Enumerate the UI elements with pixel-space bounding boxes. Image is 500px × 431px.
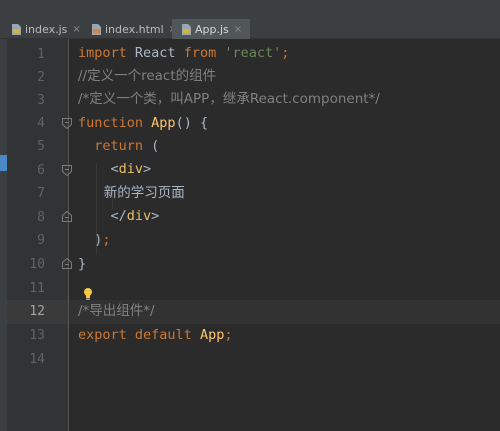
tag-bracket: < xyxy=(110,161,119,177)
function-name: App xyxy=(199,327,225,343)
code-line-1: import React from 'react'; xyxy=(78,42,289,65)
comment: //定义一个react的组件 xyxy=(78,68,217,84)
keyword: from xyxy=(183,45,217,61)
fold-marker-icon[interactable] xyxy=(62,118,72,129)
tag-bracket: </ xyxy=(110,208,127,224)
code-line-3: /*定义一个类，叫APP，继承React.component*/ xyxy=(78,88,380,111)
tab-index-js[interactable]: index.js × xyxy=(4,19,82,39)
line-number: 2 xyxy=(37,70,45,85)
ide-window: index.js × index.html × App.js × 1 2 3 xyxy=(0,0,500,431)
jsx-tag: div xyxy=(126,208,152,224)
string-literal: 'react' xyxy=(224,45,282,61)
js-file-icon xyxy=(12,23,21,35)
line-number: 7 xyxy=(37,186,45,201)
keyword: default xyxy=(134,327,192,343)
jsx-tag: div xyxy=(118,161,144,177)
jsx-text: 新的学习页面 xyxy=(103,185,185,201)
left-tool-strip xyxy=(0,39,7,431)
tag-bracket: > xyxy=(151,208,160,224)
comment: /*导出组件*/ xyxy=(78,303,155,319)
lightbulb-icon[interactable] xyxy=(82,286,94,300)
code-line-2: //定义一个react的组件 xyxy=(78,65,216,88)
close-icon[interactable]: × xyxy=(234,24,242,35)
line-number: 14 xyxy=(29,352,45,367)
punctuation: () { xyxy=(175,115,209,131)
keyword: import xyxy=(78,45,127,61)
line-number-current: 12 xyxy=(29,304,45,319)
punctuation: } xyxy=(78,256,87,272)
tool-strip-marker[interactable] xyxy=(0,155,7,171)
line-number: 4 xyxy=(37,116,45,131)
close-icon[interactable]: × xyxy=(72,24,80,35)
tab-app-js[interactable]: App.js × xyxy=(172,19,250,39)
tab-index-html[interactable]: index.html × xyxy=(84,19,177,39)
line-number: 1 xyxy=(37,47,45,62)
code-line-10: } xyxy=(78,253,86,276)
editor-tab-bar: index.js × index.html × App.js × xyxy=(0,0,500,39)
fold-marker-icon[interactable] xyxy=(62,258,72,269)
code-line-8: </div> xyxy=(78,205,160,228)
line-number: 11 xyxy=(29,281,45,296)
code-line-9: ); xyxy=(78,229,111,252)
semicolon: ; xyxy=(102,232,111,248)
punctuation: ( xyxy=(143,138,160,154)
comment: /*定义一个类，叫APP，继承React.component*/ xyxy=(78,91,380,107)
html-file-icon xyxy=(92,23,101,35)
code-line-7: 新的学习页面 xyxy=(78,182,185,205)
keyword: return xyxy=(94,138,144,154)
code-line-13: export default App; xyxy=(78,324,233,347)
identifier: React xyxy=(126,45,184,61)
fold-marker-icon[interactable] xyxy=(62,165,72,176)
keyword: export xyxy=(78,327,127,343)
keyword: function xyxy=(78,115,144,131)
tab-label: index.html xyxy=(105,22,164,36)
tab-label: index.js xyxy=(25,22,68,36)
line-number: 10 xyxy=(29,257,45,272)
line-number: 13 xyxy=(29,328,45,343)
js-file-icon xyxy=(182,23,191,35)
line-number: 9 xyxy=(37,233,45,248)
semicolon: ; xyxy=(224,327,233,343)
tag-bracket: > xyxy=(143,161,152,177)
line-number: 5 xyxy=(37,139,45,154)
code-line-12: /*导出组件*/ xyxy=(78,300,155,323)
semicolon: ; xyxy=(281,45,290,61)
tab-label: App.js xyxy=(195,22,229,36)
fold-marker-icon[interactable] xyxy=(62,211,72,222)
function-name: App xyxy=(151,115,176,131)
line-number: 6 xyxy=(37,163,45,178)
code-line-5: return ( xyxy=(78,135,159,158)
code-line-4: function App() { xyxy=(78,112,208,135)
line-number: 3 xyxy=(37,93,45,108)
line-number: 8 xyxy=(37,210,45,225)
code-line-6: <div> xyxy=(78,158,152,181)
